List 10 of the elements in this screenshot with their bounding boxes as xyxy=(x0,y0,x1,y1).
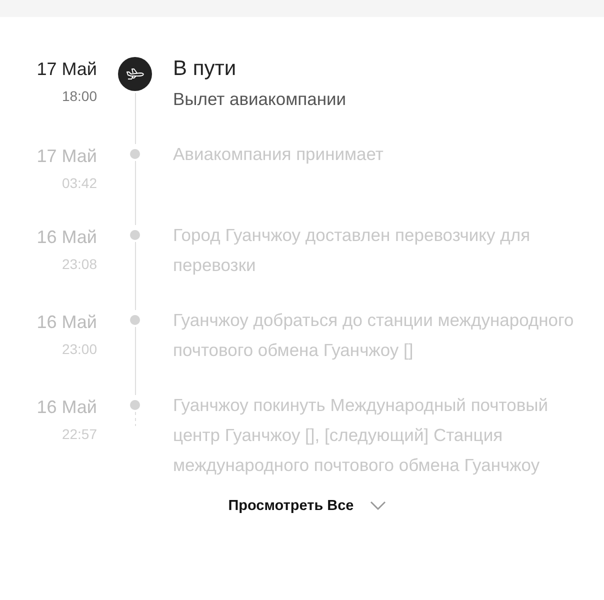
event-date: 16 Май xyxy=(36,396,97,419)
event-date: 17 Май xyxy=(36,145,97,168)
event-date: 16 Май xyxy=(36,226,97,249)
event-description: Вылет авиакомпании xyxy=(173,88,348,111)
chevron-down-icon xyxy=(370,501,386,511)
event-time: 18:00 xyxy=(62,87,97,106)
event-title: В пути xyxy=(173,56,238,82)
event-date: 16 Май xyxy=(36,311,97,334)
view-all-button[interactable]: Просмотреть Все xyxy=(228,494,386,518)
event-date: 17 Май xyxy=(36,58,97,81)
